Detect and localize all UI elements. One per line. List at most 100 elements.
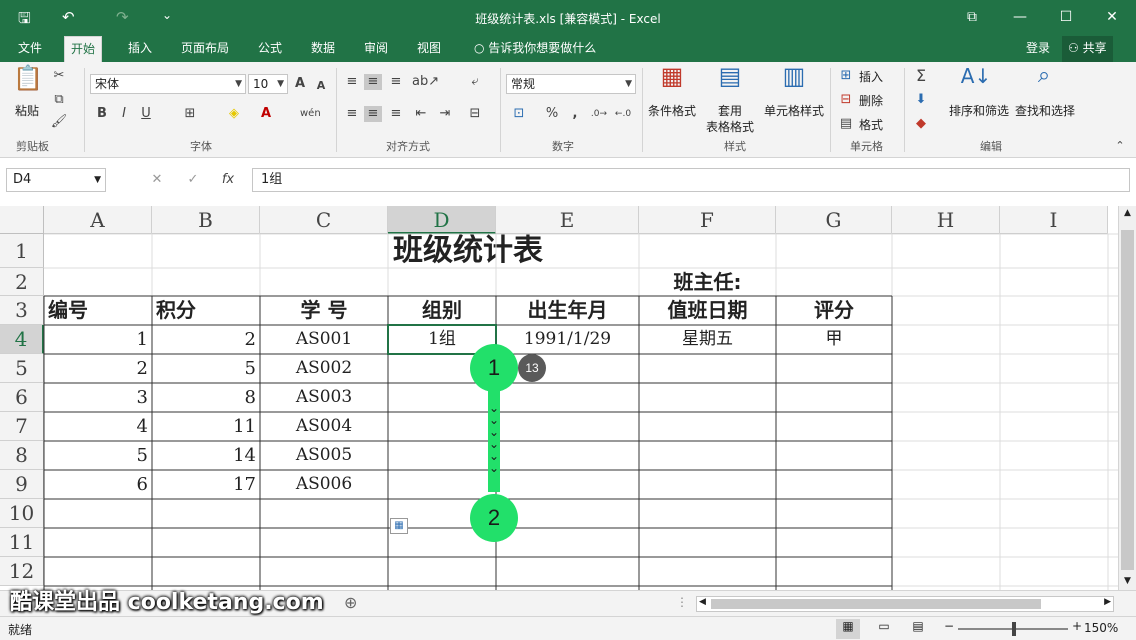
group-divider — [336, 68, 337, 152]
cancel-icon[interactable]: ✕ — [150, 172, 164, 188]
minimize-button[interactable]: — — [1008, 6, 1032, 28]
paste-label[interactable]: 粘贴 — [10, 102, 44, 119]
format-painter-icon[interactable]: 🖌 — [50, 114, 68, 130]
align-middle-icon[interactable]: ≡ — [364, 74, 382, 90]
conditional-format-icon[interactable]: ▦ — [656, 64, 688, 88]
scroll-left-icon[interactable]: ◀ — [699, 597, 706, 607]
tell-me-box[interactable]: ○ 告诉我你想要做什么 — [468, 36, 602, 62]
orientation-icon[interactable]: ab↗ — [412, 74, 439, 90]
tab-file[interactable]: 文件 — [12, 36, 48, 62]
accounting-format-icon[interactable]: ⊡ — [508, 106, 530, 122]
font-size-select[interactable]: 10 ▼ — [248, 74, 288, 94]
find-select-label[interactable]: 查找和选择 — [1012, 102, 1078, 119]
insert-cells-icon[interactable]: ⊞ — [838, 68, 854, 84]
sort-filter-label[interactable]: 排序和筛选 — [946, 102, 1012, 119]
watermark: 酷课堂出品 coolketang.com — [10, 590, 324, 615]
decrease-decimal-icon[interactable]: ←.0 — [614, 106, 632, 122]
collapse-ribbon-icon[interactable]: ⌃ — [1112, 138, 1128, 154]
percent-button[interactable]: % — [544, 106, 560, 122]
insert-function-icon[interactable]: fx — [220, 172, 236, 188]
tab-home[interactable]: 开始 — [64, 36, 103, 62]
borders-icon[interactable]: ⊞ — [180, 106, 200, 122]
tab-review[interactable]: 审阅 — [358, 36, 394, 62]
comma-style-button[interactable]: , — [568, 106, 582, 122]
tab-formulas[interactable]: 公式 — [252, 36, 288, 62]
cell-styles-label[interactable]: 单元格样式 — [762, 102, 826, 119]
ribbon: 📋 粘贴 ✂ ⧉ 🖌 剪贴板 宋体 ▼ 10 ▼ A A B I U ⊞ ◈ A w… — [0, 62, 1136, 158]
format-cells-icon[interactable]: ▤ — [838, 116, 854, 132]
ribbon-display-icon[interactable]: ⧉ — [960, 6, 984, 28]
enter-icon[interactable]: ✓ — [186, 172, 200, 188]
zoom-in-icon[interactable]: + — [1072, 619, 1082, 633]
fill-icon[interactable]: ⬇ — [912, 92, 930, 108]
delete-cells-label[interactable]: 删除 — [856, 92, 886, 109]
wrap-text-icon[interactable]: ⤶ — [464, 74, 486, 90]
scroll-right-icon[interactable]: ▶ — [1104, 597, 1111, 607]
bold-button[interactable]: B — [94, 106, 110, 122]
number-format-select[interactable]: 常规 ▼ — [506, 74, 636, 94]
format-cells-label[interactable]: 格式 — [856, 116, 886, 133]
tab-data[interactable]: 数据 — [305, 36, 341, 62]
tell-me-text: 告诉我你想要做什么 — [488, 41, 597, 55]
underline-button[interactable]: U — [138, 106, 154, 122]
delete-cells-icon[interactable]: ⊟ — [838, 92, 854, 108]
clear-icon[interactable]: ◆ — [912, 116, 930, 132]
scroll-up-icon[interactable]: ▲ — [1121, 208, 1134, 218]
autosum-icon[interactable]: Σ — [912, 68, 930, 84]
align-bottom-icon[interactable]: ≡ — [388, 74, 404, 90]
scroll-down-icon[interactable]: ▼ — [1121, 576, 1134, 586]
format-as-table-icon[interactable]: ▤ — [714, 64, 746, 88]
zoom-level[interactable]: 150% — [1084, 621, 1118, 635]
align-left-icon[interactable]: ≡ — [344, 106, 360, 122]
phonetic-icon[interactable]: wén — [300, 106, 321, 122]
share-label: 共享 — [1082, 41, 1107, 55]
maximize-button[interactable]: ☐ — [1054, 6, 1078, 28]
insert-cells-label[interactable]: 插入 — [856, 68, 886, 85]
tab-view[interactable]: 视图 — [411, 36, 447, 62]
add-sheet-icon[interactable]: ⊕ — [344, 593, 357, 612]
formula-input[interactable]: 1组 — [252, 168, 1130, 192]
increase-indent-icon[interactable]: ⇥ — [436, 106, 454, 122]
horizontal-scrollbar[interactable]: ◀ ▶ — [696, 596, 1114, 612]
autofill-options-icon[interactable]: ▦ — [390, 518, 408, 534]
align-right-icon[interactable]: ≡ — [388, 106, 404, 122]
font-color-icon[interactable]: A — [258, 106, 274, 122]
login-link[interactable]: 登录 — [1020, 36, 1056, 62]
increase-decimal-icon[interactable]: .0→ — [590, 106, 608, 122]
scroll-thumb[interactable] — [1121, 230, 1134, 570]
copy-icon[interactable]: ⧉ — [50, 92, 68, 108]
fill-color-icon[interactable]: ◈ — [224, 106, 244, 122]
align-top-icon[interactable]: ≡ — [344, 74, 360, 90]
font-name-select[interactable]: 宋体 ▼ — [90, 74, 246, 94]
zoom-slider-thumb[interactable] — [1012, 622, 1016, 636]
cell-styles-icon[interactable]: ▥ — [778, 64, 810, 88]
marker-start: 1 — [470, 344, 518, 392]
find-select-icon[interactable]: ⌕ — [1028, 65, 1060, 87]
h-scroll-thumb[interactable] — [711, 599, 1041, 609]
page-layout-view-icon[interactable]: ▭ — [874, 619, 894, 633]
group-divider — [830, 68, 831, 152]
close-button[interactable]: ✕ — [1100, 6, 1124, 28]
format-as-table-label-1[interactable]: 套用 — [702, 102, 758, 119]
zoom-out-icon[interactable]: − — [944, 619, 954, 633]
sort-filter-icon[interactable]: A↓ — [960, 66, 992, 86]
grow-font-icon[interactable]: A — [292, 76, 308, 92]
cut-icon[interactable]: ✂ — [50, 68, 68, 84]
conditional-format-label[interactable]: 条件格式 — [644, 102, 700, 119]
tab-insert[interactable]: 插入 — [122, 36, 158, 62]
shrink-font-icon[interactable]: A — [314, 78, 328, 94]
align-center-icon[interactable]: ≡ — [364, 106, 382, 122]
share-button[interactable]: ⚇ 共享 — [1062, 36, 1113, 62]
italic-button[interactable]: I — [116, 106, 132, 122]
tab-page-layout[interactable]: 页面布局 — [175, 36, 235, 62]
font-group-label: 字体 — [190, 140, 212, 153]
paste-icon[interactable]: 📋 — [10, 66, 46, 98]
format-as-table-label-2[interactable]: 表格格式 — [700, 118, 760, 135]
normal-view-icon[interactable]: ▦ — [836, 619, 860, 639]
vertical-scrollbar[interactable]: ▲ ▼ — [1118, 206, 1136, 590]
more-options-icon[interactable]: ⋮ — [676, 595, 688, 609]
name-box[interactable]: D4 ▼ — [6, 168, 106, 192]
merge-center-icon[interactable]: ⊟ — [464, 106, 486, 122]
page-break-view-icon[interactable]: ▤ — [908, 619, 928, 633]
decrease-indent-icon[interactable]: ⇤ — [412, 106, 430, 122]
